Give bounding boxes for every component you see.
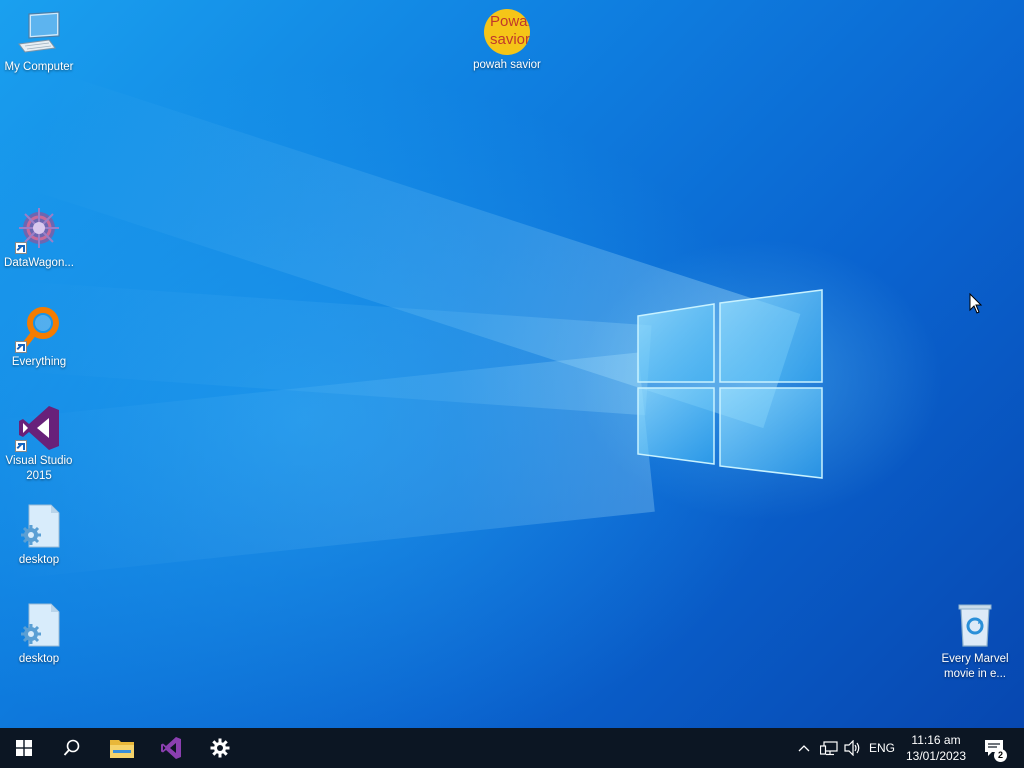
desktop-icon-desktop-ini-2[interactable]: desktop	[0, 602, 78, 667]
volume-button[interactable]	[842, 728, 864, 768]
recycle-bin-icon	[951, 602, 999, 650]
desktop-icon-label: Visual Studio 2015	[5, 455, 73, 482]
desktop-icon-label: My Computer	[4, 61, 74, 73]
desktop-background[interactable]: My Computer Powah savior powah savior	[0, 0, 1024, 728]
clock-date: 13/01/2023	[905, 749, 967, 763]
settings-button[interactable]	[196, 728, 244, 768]
light-beam	[0, 352, 655, 580]
desktop-icon-visual-studio[interactable]: Visual Studio 2015	[0, 404, 78, 484]
shortcut-arrow-icon	[15, 242, 27, 254]
desktop-icon-label: Every Marvel movie in e...	[941, 653, 1009, 680]
config-file-icon	[15, 503, 63, 551]
magnifier-icon	[15, 305, 63, 353]
mouse-cursor-icon	[969, 293, 983, 314]
file-explorer-button[interactable]	[98, 728, 146, 768]
desktop-icon-label: desktop	[18, 554, 60, 566]
visual-studio-icon	[161, 737, 181, 759]
shortcut-arrow-icon	[15, 341, 27, 353]
powah-glyph-text: Powah savior	[490, 13, 530, 48]
speaker-icon	[844, 740, 860, 756]
desktop-icon-my-computer[interactable]: My Computer	[0, 10, 78, 75]
config-file-icon	[15, 602, 63, 650]
network-button[interactable]	[818, 728, 840, 768]
folder-icon	[110, 740, 134, 758]
notification-count-badge: 2	[994, 749, 1007, 762]
computer-icon	[15, 10, 63, 58]
desktop-icon-label: desktop	[18, 653, 60, 665]
desktop-icon-datawagon[interactable]: DataWagon...	[0, 206, 78, 271]
clock[interactable]: 11:16 am 13/01/2023	[900, 728, 972, 768]
desktop-icon-label: DataWagon...	[4, 257, 74, 269]
visual-studio-icon	[15, 404, 63, 452]
desktop-icon-label: powah savior	[473, 59, 541, 71]
light-beam	[0, 280, 652, 416]
start-button[interactable]	[0, 728, 48, 768]
yellow-circle-icon: Powah savior	[483, 8, 531, 56]
search-button[interactable]	[48, 728, 96, 768]
windows-wallpaper-logo	[637, 289, 823, 479]
input-language-indicator[interactable]: ENG	[866, 728, 898, 768]
desktop-icon-recycle-bin[interactable]: Every Marvel movie in e...	[936, 602, 1014, 682]
desktop-icon-powah-savior[interactable]: Powah savior powah savior	[468, 8, 546, 73]
show-hidden-icons-button[interactable]	[794, 728, 814, 768]
gear-app-icon	[15, 206, 63, 254]
visual-studio-taskbar-button[interactable]	[147, 728, 195, 768]
network-icon	[820, 741, 838, 756]
windows-start-icon	[16, 740, 32, 756]
desktop-icon-label: Everything	[11, 356, 67, 368]
desktop-icon-desktop-ini-1[interactable]: desktop	[0, 503, 78, 568]
shortcut-arrow-icon	[15, 440, 27, 452]
desktop-icon-everything[interactable]: Everything	[0, 305, 78, 370]
action-center-button[interactable]	[980, 728, 1008, 768]
taskbar: ENG 11:16 am 13/01/2023	[0, 728, 1024, 768]
gear-icon	[210, 738, 230, 758]
clock-time: 11:16 am	[911, 733, 961, 747]
search-icon	[63, 739, 80, 756]
chevron-up-icon	[798, 745, 810, 752]
